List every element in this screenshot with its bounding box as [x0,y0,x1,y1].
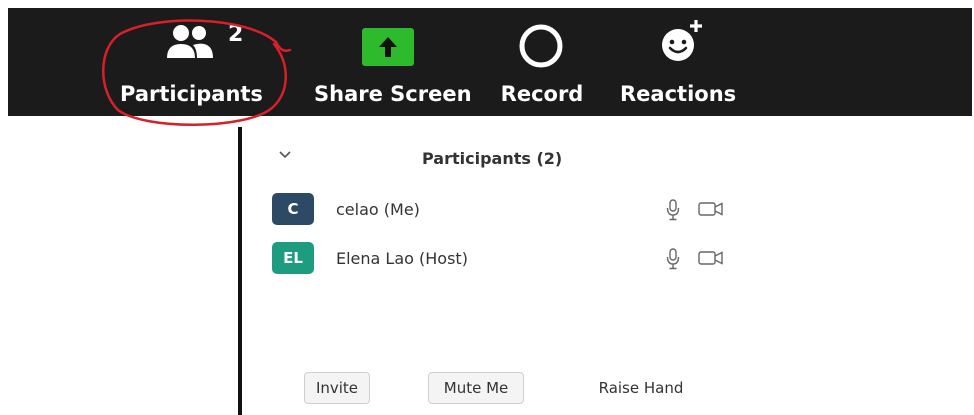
raise-hand-button[interactable]: Raise Hand [585,372,697,404]
mute-me-button[interactable]: Mute Me [428,372,524,404]
meeting-toolbar: 2 Participants Share Screen Record React… [8,8,972,116]
participant-name: Elena Lao (Host) [336,249,468,268]
participant-row[interactable]: C celao (Me) [272,189,732,229]
participant-row[interactable]: EL Elena Lao (Host) [272,238,732,278]
invite-button[interactable]: Invite [304,372,370,404]
participants-button[interactable]: 2 Participants [120,8,263,116]
microphone-icon[interactable] [666,199,680,221]
chevron-down-icon[interactable] [278,147,292,165]
record-button[interactable]: Record [496,8,588,116]
avatar: C [272,193,314,225]
microphone-icon[interactable] [666,248,680,270]
record-label: Record [500,82,584,106]
panel-title: Participants (2) [422,149,563,168]
participants-panel: Participants (2) C celao (Me) EL Elena L… [238,127,762,415]
share-screen-button[interactable]: Share Screen [314,8,472,116]
participants-label: Participants [120,82,263,106]
share-screen-label: Share Screen [314,82,472,106]
reactions-label: Reactions [620,82,737,106]
participants-icon [167,25,213,58]
panel-header: Participants (2) [242,145,742,175]
share-screen-arrow-icon [362,28,414,66]
record-circle-icon [519,24,563,68]
video-camera-icon[interactable] [698,201,724,217]
avatar: EL [272,242,314,274]
participant-count-badge: 2 [228,22,244,47]
reactions-button[interactable]: Reactions [620,8,737,116]
participant-name: celao (Me) [336,200,420,219]
smiley-plus-icon [662,20,702,61]
video-camera-icon[interactable] [698,250,724,266]
